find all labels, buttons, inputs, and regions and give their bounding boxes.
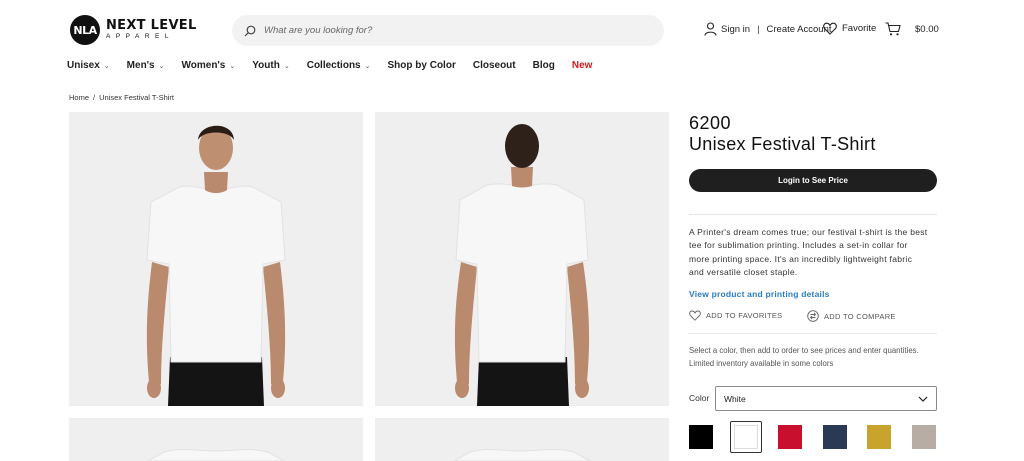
heart-icon (689, 310, 701, 321)
inventory-note: Select a color, then add to order to see… (689, 346, 919, 368)
breadcrumb: Home / Unisex Festival T-Shirt (69, 93, 174, 102)
create-account-link[interactable]: Create Account (767, 24, 832, 35)
nav-item-label: New (571, 60, 593, 71)
logo[interactable]: NLA NEXT LEVEL APPAREL (70, 15, 197, 45)
product-details-link[interactable]: View product and printing details (689, 289, 830, 299)
nav-item-unisex[interactable]: Unisex ⌄ (67, 60, 110, 71)
color-swatch-gold[interactable] (863, 421, 895, 453)
breadcrumb-separator: / (93, 93, 96, 102)
cart-total: $0.00 (915, 23, 939, 35)
nav-item-label: Men's (126, 60, 155, 71)
search-bar[interactable] (232, 15, 664, 46)
color-chip (867, 425, 891, 449)
nav-item-label: Youth (252, 60, 280, 71)
logo-wordmark: NEXT LEVEL (106, 18, 197, 34)
nav-item-closeout[interactable]: Closeout (473, 60, 516, 71)
color-chip (823, 425, 847, 449)
nav-item-women-s[interactable]: Women's ⌄ (182, 60, 236, 71)
main-nav: Unisex ⌄ Men's ⌄ Women's ⌄ Youth ⌄ Collections ⌄ S… (67, 60, 609, 71)
logo-subtitle: APPAREL (106, 33, 175, 41)
sign-in-link[interactable]: Sign in (721, 24, 750, 35)
product-image-front[interactable] (69, 112, 363, 406)
product-title: Unisex Festival T-Shirt (689, 134, 876, 154)
search-icon (244, 25, 256, 36)
nav-item-collections[interactable]: Collections ⌄ (307, 60, 371, 71)
color-chip (778, 425, 802, 449)
nav-item-new[interactable]: New (572, 60, 593, 71)
color-swatch-white[interactable] (730, 421, 762, 453)
color-swatch-red[interactable] (774, 421, 806, 453)
nav-item-label: Blog (532, 60, 555, 71)
divider (689, 214, 937, 215)
cart-icon (885, 22, 901, 36)
nav-item-blog[interactable]: Blog (533, 60, 555, 71)
nav-item-men-s[interactable]: Men's ⌄ (127, 60, 165, 71)
chevron-down-icon: ⌄ (103, 62, 110, 70)
breadcrumb-home[interactable]: Home (69, 93, 89, 102)
color-select[interactable]: White (715, 386, 937, 411)
breadcrumb-current: Unisex Festival T-Shirt (99, 93, 174, 102)
add-to-favorites-button[interactable]: ADD TO FAVORITES (689, 310, 782, 321)
product-description: A Printer's dream comes true; our festiv… (689, 227, 928, 277)
chevron-down-icon (918, 396, 928, 402)
heart-icon (823, 22, 837, 35)
chevron-down-icon: ⌄ (283, 62, 290, 70)
nav-item-youth[interactable]: Youth ⌄ (252, 60, 289, 71)
cart-link[interactable]: $0.00 (885, 22, 939, 36)
color-select-value: White (724, 393, 746, 404)
nav-item-label: Collections (306, 60, 361, 71)
product-image-back[interactable] (375, 112, 669, 406)
nav-item-label: Women's (181, 60, 226, 71)
add-to-compare-label: ADD TO COMPARE (824, 311, 896, 321)
favorite-link[interactable]: Favorite (823, 22, 876, 35)
account-separator: | (757, 23, 760, 35)
color-label: Color (689, 393, 710, 403)
favorite-label: Favorite (842, 23, 877, 34)
nav-item-label: Unisex (67, 60, 100, 71)
color-swatch-navy[interactable] (819, 421, 851, 453)
product-image-3[interactable] (69, 418, 363, 461)
color-chip (734, 425, 758, 449)
color-chip (912, 425, 936, 449)
nav-item-shop-by-color[interactable]: Shop by Color (388, 60, 456, 71)
product-sku: 6200 (689, 113, 732, 133)
logo-badge: NLA (70, 15, 100, 45)
user-icon[interactable] (704, 22, 717, 36)
nav-item-label: Shop by Color (387, 60, 456, 71)
search-input[interactable] (264, 25, 644, 36)
chevron-down-icon: ⌄ (158, 62, 165, 70)
chevron-down-icon: ⌄ (364, 62, 371, 70)
add-to-compare-button[interactable]: ADD TO COMPARE (807, 310, 896, 322)
add-to-favorites-label: ADD TO FAVORITES (706, 311, 783, 320)
compare-icon (807, 310, 819, 322)
divider (689, 333, 937, 334)
login-to-see-price-button[interactable]: Login to See Price (689, 169, 937, 192)
chevron-down-icon: ⌄ (229, 62, 236, 70)
color-swatch-black[interactable] (685, 421, 717, 453)
product-image-4[interactable] (375, 418, 669, 461)
color-chip (689, 425, 713, 449)
nav-item-label: Closeout (472, 60, 516, 71)
color-swatch-heather[interactable] (908, 421, 940, 453)
